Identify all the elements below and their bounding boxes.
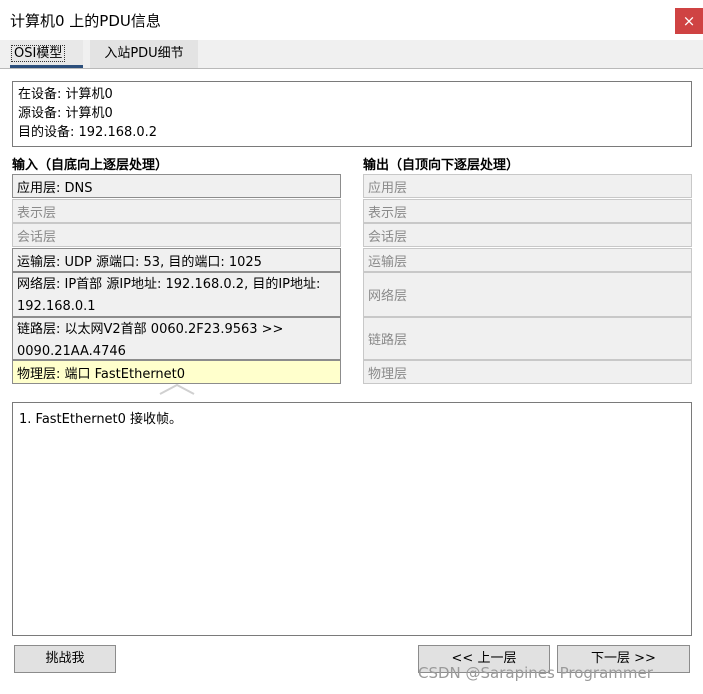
tab-divider	[0, 68, 703, 69]
out-layer-session[interactable]: 会话层	[363, 223, 692, 247]
source-device: 源设备: 计算机0	[18, 106, 113, 121]
in-layer-session[interactable]: 会话层	[12, 223, 341, 247]
in-layer-transport[interactable]: 运输层: UDP 源端口: 53, 目的端口: 1025	[12, 248, 341, 272]
tab-osi-model-label: OSI模型	[10, 45, 66, 62]
device-info-panel: 在设备: 计算机0 源设备: 计算机0 目的设备: 192.168.0.2	[12, 81, 692, 147]
out-layer-presentation[interactable]: 表示层	[363, 199, 692, 223]
title-bar: 计算机0 上的PDU信息 ×	[0, 0, 703, 40]
window-title: 计算机0 上的PDU信息	[10, 12, 161, 30]
in-layer-physical[interactable]: 物理层: 端口 FastEthernet0	[12, 360, 341, 384]
in-layer-datalink[interactable]: 链路层: 以太网V2首部 0060.2F23.9563 >> 0090.21AA…	[12, 317, 341, 360]
out-layer-physical[interactable]: 物理层	[363, 360, 692, 384]
watermark: CSDN @Sarapines Programmer	[418, 664, 653, 682]
close-button[interactable]: ×	[675, 8, 703, 34]
challenge-me-button[interactable]: 挑战我	[14, 645, 116, 673]
in-layer-presentation[interactable]: 表示层	[12, 199, 341, 223]
in-layer-application[interactable]: 应用层: DNS	[12, 174, 341, 198]
out-layer-transport[interactable]: 运输层	[363, 248, 692, 272]
out-layers-heading: 输出（自顶向下逐层处理）	[363, 158, 520, 173]
tab-inbound-pdu-details[interactable]: 入站PDU细节	[90, 40, 198, 68]
message-line: 1. FastEthernet0 接收帧。	[19, 412, 183, 427]
tab-strip: OSI模型 入站PDU细节	[0, 40, 703, 68]
destination-device: 目的设备: 192.168.0.2	[18, 125, 158, 140]
message-panel: 1. FastEthernet0 接收帧。	[12, 402, 692, 636]
out-layer-network[interactable]: 网络层	[363, 272, 692, 317]
current-device: 在设备: 计算机0	[18, 87, 113, 102]
out-layer-datalink[interactable]: 链路层	[363, 317, 692, 360]
in-layers-heading: 输入（自底向上逐层处理）	[12, 158, 169, 173]
in-layer-network[interactable]: 网络层: IP首部 源IP地址: 192.168.0.2, 目的IP地址: 19…	[12, 272, 341, 317]
out-layer-application[interactable]: 应用层	[363, 174, 692, 198]
tab-osi-model[interactable]: OSI模型	[10, 40, 83, 68]
up-arrow-icon	[159, 383, 195, 395]
